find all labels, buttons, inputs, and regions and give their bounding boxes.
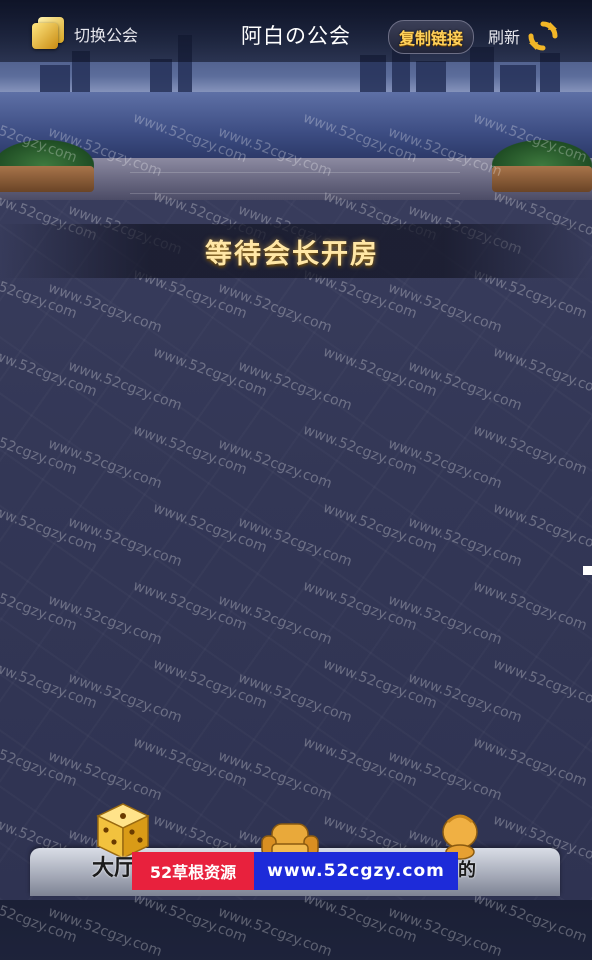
- refresh-label: 刷新: [488, 28, 521, 47]
- watermark-text: www.52cgzy.com: [215, 903, 335, 960]
- ad-banner[interactable]: 52草根资源 www.52cgzy.com: [132, 852, 458, 890]
- refresh-icon: [528, 21, 558, 51]
- plaza-floor: [0, 200, 592, 900]
- plaza-pattern: [130, 172, 460, 194]
- refresh-button[interactable]: 刷新: [488, 18, 560, 54]
- watermark-text: www.52cgzy.com: [45, 903, 165, 960]
- side-tab-handle[interactable]: [583, 566, 592, 575]
- planter-left: [0, 140, 94, 194]
- planter-right: [492, 140, 592, 194]
- ad-site-name: 52草根资源: [132, 852, 254, 890]
- mine-label: 的: [458, 860, 476, 881]
- ad-site-url: www.52cgzy.com: [254, 852, 458, 890]
- copy-link-label: 复制链接: [398, 29, 463, 48]
- lobby-label: 大厅: [92, 856, 137, 881]
- watermark-text: www.52cgzy.com: [385, 903, 505, 960]
- copy-link-button[interactable]: 复制链接: [388, 20, 474, 54]
- waiting-status-text: 等待会长开房: [205, 238, 379, 270]
- top-bar: 切换公会 阿白の公会 复制链接 刷新: [0, 0, 592, 62]
- waiting-banner: 等待会长开房: [0, 224, 592, 278]
